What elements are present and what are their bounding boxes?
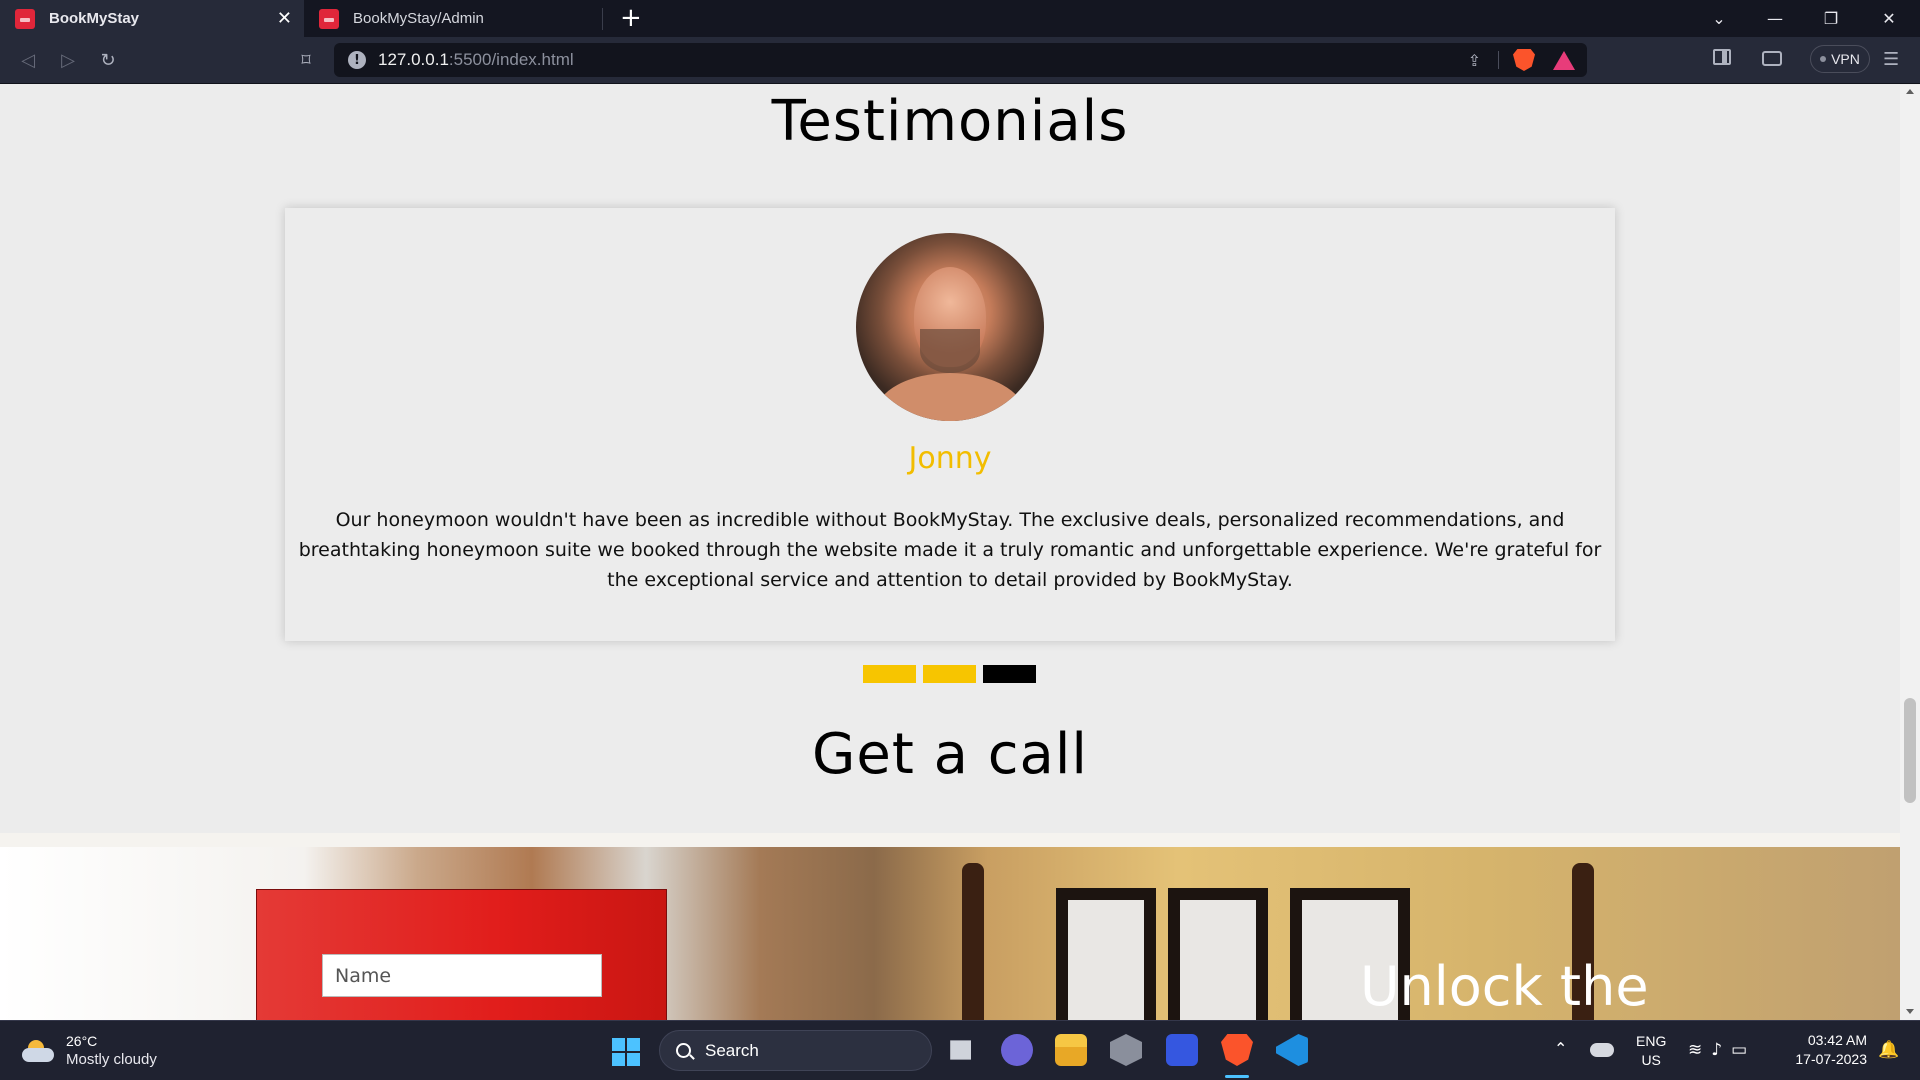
brave-shields-icon[interactable] <box>1513 49 1535 71</box>
weather-condition: Mostly cloudy <box>66 1051 157 1068</box>
tab-bookmystay-admin[interactable]: BookMyStay/Admin <box>304 0 603 37</box>
carousel-dots <box>863 665 1036 683</box>
wall-frame <box>1168 888 1268 1020</box>
scroll-down-icon[interactable] <box>1906 1009 1914 1014</box>
search-icon <box>676 1043 691 1058</box>
search-label: Search <box>705 1040 759 1060</box>
active-app-indicator <box>1225 1075 1249 1078</box>
tab-title: BookMyStay <box>49 10 140 27</box>
wifi-icon: ≋ <box>1688 1040 1712 1060</box>
site-favicon-icon <box>319 8 339 29</box>
scrollbar-thumb[interactable] <box>1904 698 1916 803</box>
call-form <box>256 889 667 1020</box>
site-favicon-icon <box>15 8 35 29</box>
language-indicator[interactable]: ENG US <box>1636 1032 1666 1070</box>
weather-widget[interactable]: 26°C Mostly cloudy <box>22 1032 157 1069</box>
hero-banner: Unlock the <box>0 833 1900 1020</box>
brave-browser-icon[interactable] <box>1221 1034 1253 1066</box>
testimonial-quote: Our honeymoon wouldn't have been as incr… <box>298 509 1602 591</box>
vpn-button[interactable]: VPN <box>1810 45 1870 73</box>
sidebar-toggle-icon[interactable] <box>1713 49 1731 65</box>
wallet-icon[interactable] <box>1762 51 1782 66</box>
show-hidden-icons-chevron-icon[interactable]: ⌃ <box>1554 1039 1567 1058</box>
weather-cloud-icon <box>22 1039 56 1062</box>
taskbar-search[interactable]: Search <box>659 1030 932 1071</box>
vscode-icon[interactable] <box>1276 1034 1308 1066</box>
tab-search-chevron-icon[interactable]: ⌄ <box>1691 0 1747 37</box>
get-a-call-heading: Get a call <box>812 722 1088 787</box>
battery-icon: ▭ <box>1731 1040 1757 1060</box>
carousel-dot[interactable] <box>863 665 916 683</box>
new-tab-icon[interactable]: + <box>620 4 642 32</box>
restore-icon[interactable]: ❐ <box>1803 0 1859 37</box>
site-info-icon[interactable]: ! <box>348 51 366 69</box>
share-icon[interactable]: ⇪ <box>1468 51 1481 70</box>
avatar <box>856 233 1044 421</box>
teams-chat-icon[interactable] <box>1001 1034 1033 1066</box>
taskbar: 26°C Mostly cloudy Search ⌃ ENG US ≋♪▭ 0… <box>0 1020 1920 1080</box>
url-text: 127.0.0.1:5500/index.html <box>378 50 574 69</box>
browser-tab-bar: BookMyStay ✕ BookMyStay/Admin + ⌄ — ❐ ✕ <box>0 0 1920 37</box>
hamburger-menu-icon[interactable]: ☰ <box>1883 49 1899 70</box>
reload-icon[interactable]: ↻ <box>96 48 120 72</box>
close-window-icon[interactable]: ✕ <box>1861 0 1917 37</box>
page-viewport: Testimonials Jonny Our honeymoon wouldn'… <box>0 85 1900 1020</box>
unity-hub-icon[interactable] <box>1110 1034 1142 1066</box>
tab-title: BookMyStay/Admin <box>353 10 484 27</box>
weather-temp: 26°C <box>66 1033 98 1049</box>
volume-icon: ♪ <box>1711 1040 1732 1060</box>
bookmark-icon[interactable]: ⌑ <box>294 48 318 72</box>
close-tab-icon[interactable]: ✕ <box>277 8 292 28</box>
carousel-dot[interactable] <box>923 665 976 683</box>
notification-bell-icon[interactable]: 🔔 <box>1878 1040 1899 1060</box>
scrollbar[interactable] <box>1900 85 1920 1020</box>
back-icon[interactable]: ◁ <box>16 48 40 72</box>
testimonial-name: Jonny <box>908 441 992 476</box>
browser-toolbar: ◁ ▷ ↻ ⌑ ! 127.0.0.1:5500/index.html ⇪ VP… <box>0 37 1920 84</box>
minimize-icon[interactable]: — <box>1747 0 1803 37</box>
onedrive-icon[interactable] <box>1590 1043 1614 1057</box>
tab-bookmystay[interactable]: BookMyStay ✕ <box>0 0 304 37</box>
scroll-up-icon[interactable] <box>1906 89 1914 94</box>
name-input[interactable] <box>322 954 602 997</box>
testimonials-heading: Testimonials <box>771 89 1129 154</box>
separator <box>1498 51 1499 69</box>
address-bar[interactable]: ! 127.0.0.1:5500/index.html ⇪ <box>334 43 1587 77</box>
file-explorer-icon[interactable] <box>1055 1034 1087 1066</box>
wall-frame <box>1056 888 1156 1020</box>
carousel-dot-active[interactable] <box>983 665 1036 683</box>
forward-icon[interactable]: ▷ <box>56 48 80 72</box>
testimonial-card: Jonny Our honeymoon wouldn't have been a… <box>285 208 1615 641</box>
app-icon[interactable] <box>1166 1034 1198 1066</box>
clock[interactable]: 03:42 AM 17-07-2023 <box>1780 1031 1867 1069</box>
system-tray-icons[interactable]: ≋♪▭ <box>1688 1040 1756 1060</box>
brave-rewards-icon[interactable] <box>1553 51 1575 70</box>
task-view-icon[interactable] <box>950 1040 971 1060</box>
hero-text: Unlock the <box>1360 955 1649 1018</box>
start-button[interactable] <box>612 1038 640 1066</box>
